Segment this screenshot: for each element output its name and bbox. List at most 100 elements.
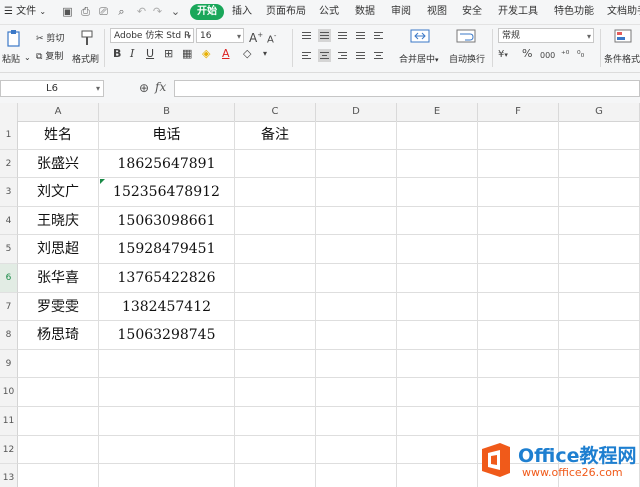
cell[interactable] [397, 378, 478, 407]
cell[interactable] [478, 121, 559, 150]
tab-insert[interactable]: 插入 [232, 0, 252, 24]
borders-icon[interactable]: ⊞ [164, 47, 173, 61]
cell[interactable] [235, 206, 316, 236]
cell[interactable]: 姓名 [18, 121, 99, 150]
cell[interactable] [559, 121, 640, 150]
file-menu[interactable]: ☰ 文件 ⌄ [4, 0, 46, 24]
chevron-down-icon[interactable]: ▾ [263, 47, 267, 61]
column-header-b[interactable]: B [99, 103, 235, 121]
cell[interactable] [235, 321, 316, 350]
align-center-icon[interactable] [318, 49, 331, 62]
cell[interactable] [559, 206, 640, 236]
align-middle-icon[interactable] [318, 29, 331, 42]
cell[interactable] [316, 264, 397, 293]
column-header-c[interactable]: C [235, 103, 316, 121]
cell[interactable] [235, 407, 316, 436]
cell[interactable] [18, 349, 99, 379]
cell[interactable] [99, 435, 235, 465]
formula-input[interactable] [174, 80, 640, 97]
row-header[interactable]: 4 [0, 206, 18, 236]
font-color-icon[interactable]: A [222, 47, 230, 61]
cell[interactable] [235, 178, 316, 207]
conditional-format-button[interactable]: 条件格式 [604, 52, 640, 65]
cell[interactable] [397, 435, 478, 465]
cell[interactable] [559, 264, 640, 293]
cell[interactable] [478, 292, 559, 322]
column-header-e[interactable]: E [397, 103, 478, 121]
copy-button[interactable]: ⧉ 复制 [36, 49, 63, 62]
cell[interactable] [559, 321, 640, 350]
function-icon[interactable]: fx [155, 80, 166, 94]
name-box[interactable]: L6 ▾ [0, 80, 104, 97]
undo-icon[interactable]: ↶ [136, 6, 147, 17]
merge-center-icon[interactable] [410, 28, 430, 48]
cell[interactable] [559, 407, 640, 436]
cell[interactable] [397, 264, 478, 293]
cell[interactable]: 王晓庆 [18, 206, 99, 236]
align-right-icon[interactable] [336, 49, 349, 62]
align-bottom-icon[interactable] [336, 29, 349, 42]
paste-label[interactable]: 粘贴 [2, 52, 20, 65]
row-header[interactable]: 12 [0, 435, 18, 465]
customize-toolbar-icon[interactable]: ⌄ [170, 6, 181, 17]
cell[interactable] [99, 407, 235, 436]
cell[interactable] [478, 378, 559, 407]
cell[interactable] [18, 378, 99, 407]
tab-security[interactable]: 安全 [462, 0, 482, 24]
column-header-g[interactable]: G [559, 103, 640, 121]
tab-data[interactable]: 数据 [355, 0, 375, 24]
cell[interactable]: 15063298745 [99, 321, 235, 350]
tab-review[interactable]: 审阅 [391, 0, 411, 24]
font-size-select[interactable]: 16 ▾ [196, 28, 244, 43]
column-header-d[interactable]: D [316, 103, 397, 121]
underline-button[interactable]: U [146, 47, 154, 61]
cell[interactable] [235, 349, 316, 379]
cell[interactable] [478, 149, 559, 179]
row-header[interactable]: 6 [0, 264, 18, 293]
zoom-icon[interactable]: ⊕ [139, 81, 149, 95]
tab-doc-assistant[interactable]: 文档助手 [607, 0, 640, 24]
row-header[interactable]: 1 [0, 121, 18, 150]
cell[interactable] [235, 378, 316, 407]
row-header[interactable]: 5 [0, 235, 18, 264]
cell[interactable]: 杨思琦 [18, 321, 99, 350]
cell[interactable]: 18625647891 [99, 149, 235, 179]
cell[interactable] [235, 292, 316, 322]
cell[interactable]: 张盛兴 [18, 149, 99, 179]
indent-icon[interactable] [372, 49, 385, 62]
row-header[interactable]: 2 [0, 149, 18, 179]
cell[interactable] [397, 121, 478, 150]
cell[interactable] [316, 378, 397, 407]
cell[interactable] [316, 121, 397, 150]
text-direction-icon[interactable] [372, 29, 385, 42]
cell[interactable] [397, 321, 478, 350]
cell[interactable] [316, 149, 397, 179]
cell[interactable] [397, 292, 478, 322]
tab-page-layout[interactable]: 页面布局 [266, 0, 306, 24]
cell[interactable] [235, 264, 316, 293]
row-header[interactable]: 10 [0, 378, 18, 407]
cell[interactable] [316, 349, 397, 379]
italic-button[interactable]: I [130, 47, 134, 61]
tab-view[interactable]: 视图 [427, 0, 447, 24]
cell[interactable] [235, 149, 316, 179]
cell[interactable] [397, 407, 478, 436]
cell[interactable] [397, 235, 478, 264]
shrink-font-button[interactable]: A- [267, 29, 276, 47]
cell[interactable] [397, 464, 478, 487]
cell[interactable] [99, 349, 235, 379]
wrap-text-icon[interactable] [456, 28, 476, 48]
row-header[interactable]: 3 [0, 178, 18, 207]
cell[interactable] [478, 407, 559, 436]
row-header[interactable]: 7 [0, 292, 18, 322]
cell[interactable]: 电话 [99, 121, 235, 150]
cell[interactable] [559, 235, 640, 264]
cell[interactable] [316, 206, 397, 236]
paste-button[interactable] [4, 29, 24, 47]
row-header[interactable]: 13 [0, 464, 18, 487]
cell[interactable] [559, 292, 640, 322]
cell[interactable] [316, 435, 397, 465]
cell[interactable] [99, 378, 235, 407]
cell[interactable] [316, 464, 397, 487]
redo-icon[interactable]: ↷ [152, 6, 163, 17]
